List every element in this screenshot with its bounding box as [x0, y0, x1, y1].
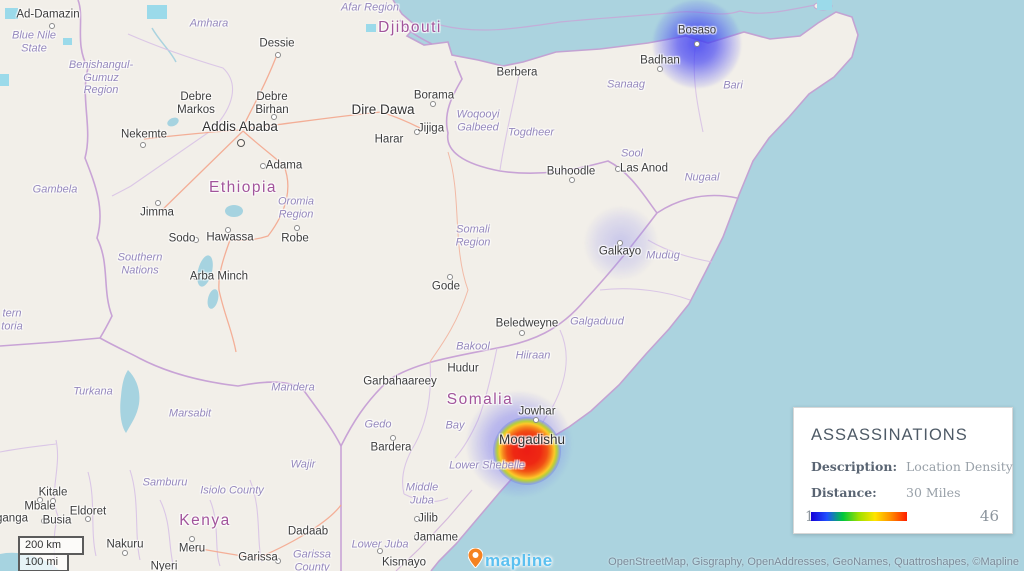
- legend-description-value: Location Density: [906, 459, 1016, 474]
- lake-hawassa: [225, 205, 243, 217]
- legend-distance-row: Distance: 30 Miles: [811, 485, 877, 500]
- map-attribution: OpenStreetMap, Gisgraphy, OpenAddresses,…: [608, 556, 1019, 568]
- lake-tana: [147, 5, 167, 19]
- lake-tile: [0, 74, 9, 86]
- legend-distance-label: Distance:: [811, 485, 877, 500]
- scale-km: 200 km: [18, 536, 84, 555]
- mapline-logo[interactable]: mapline: [468, 548, 553, 571]
- lake-tile: [63, 38, 72, 45]
- scale-mi: 100 mi: [18, 555, 69, 571]
- legend-distance-value: 30 Miles: [906, 485, 1016, 500]
- lake-turkana: [120, 370, 139, 433]
- roads: [144, 52, 468, 558]
- legend-title: ASSASSINATIONS: [811, 426, 968, 445]
- legend-panel: ASSASSINATIONS Description: Location Den…: [793, 407, 1013, 534]
- lake-abaya: [194, 254, 215, 288]
- legend-description-row: Description: Location Density: [811, 459, 897, 474]
- legend-description-label: Description:: [811, 459, 897, 474]
- map-canvas[interactable]: DjiboutiEthiopiaSomaliaKenyaAddis AbabaD…: [0, 0, 1024, 571]
- scale-control: 200 km 100 mi: [18, 536, 84, 571]
- density-gradient-bar: [811, 512, 907, 521]
- map-application: DjiboutiEthiopiaSomaliaKenyaAddis AbabaD…: [0, 0, 1024, 571]
- legend-scale-max: 46: [980, 507, 999, 525]
- reef-tile: [817, 0, 832, 10]
- lake-tile: [5, 8, 18, 19]
- lake-tile: [366, 24, 376, 32]
- lake-chamo: [206, 288, 221, 310]
- mapline-logo-text: mapline: [485, 551, 553, 571]
- map-pin-icon: [468, 548, 483, 571]
- lake-small: [166, 116, 180, 128]
